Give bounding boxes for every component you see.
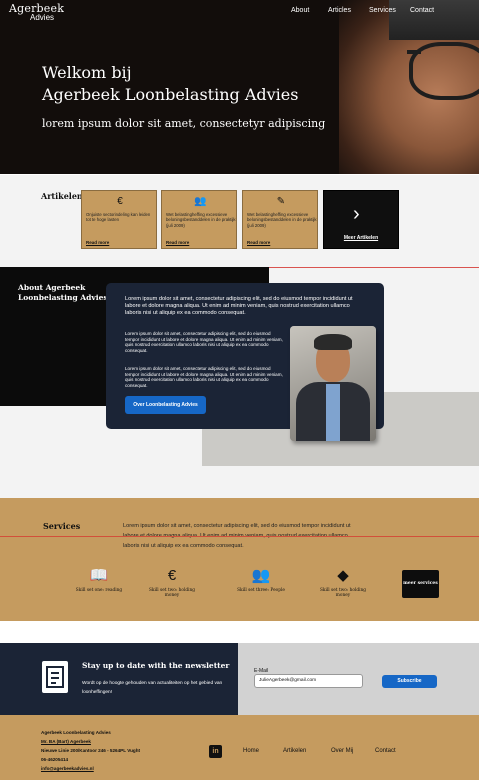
footer-phone: 06-46205414 xyxy=(41,757,69,762)
read-more-link[interactable]: Read more xyxy=(86,240,109,245)
newsletter-icon xyxy=(42,661,68,693)
articles-label: Artikelen xyxy=(41,191,83,201)
chevron-right-icon: › xyxy=(353,203,360,225)
footer-nav-contact[interactable]: Contact xyxy=(375,748,396,754)
nav-contact[interactable]: Contact xyxy=(410,7,434,14)
hero-title: Welkom bij Agerbeek Loonbelasting Advies xyxy=(42,63,299,104)
hand-euro-icon: € xyxy=(167,567,177,584)
book-icon: 📖 xyxy=(89,567,109,584)
footer-address: Nieuwe Linie 200/Kantoor 246 - 5264PL Vu… xyxy=(41,748,141,753)
newsletter-title: Stay up to date with the newsletter xyxy=(82,661,230,670)
subscribe-button[interactable]: Subscribe xyxy=(382,675,437,688)
services-section xyxy=(0,498,479,621)
about-paragraph: Lorem ipsum dolor sit amet, consectetur … xyxy=(125,331,283,353)
document-edit-icon: ✎ xyxy=(276,196,286,207)
hand-euro-icon: € xyxy=(117,196,123,207)
portrait-photo xyxy=(290,326,376,441)
logo[interactable]: Agerbeek Advies xyxy=(9,2,64,22)
nav-services[interactable]: Services xyxy=(369,7,396,14)
more-articles-link[interactable]: Meer Artikelen xyxy=(324,235,398,241)
about-lead: Lorem ipsum dolor sit amet, consectetur … xyxy=(125,296,353,316)
articles-section xyxy=(0,175,479,267)
footer-nav-over-mij[interactable]: Over Mij xyxy=(331,748,353,754)
read-more-link[interactable]: Read more xyxy=(247,240,270,245)
article-card[interactable]: 👥 Wet belastingheffing excessieve beloni… xyxy=(161,190,237,249)
about-title: About Agerbeek Loonbelasting Advies xyxy=(18,283,108,302)
about-button[interactable]: Over Loonbelasting Advies xyxy=(125,396,206,414)
newsletter-text: Wordt op de hoogte gehouden van actualit… xyxy=(82,681,223,695)
services-title: Services xyxy=(43,521,81,531)
people-icon: 👥 xyxy=(251,567,271,584)
hero-subtitle: lorem ipsum dolor sit amet, consectetyr … xyxy=(42,117,326,130)
service-item[interactable]: € Skill set two: holding money xyxy=(142,566,202,598)
service-item[interactable]: 👥 Skill set three: People xyxy=(231,566,291,593)
more-services-button[interactable]: meer services xyxy=(402,570,439,598)
diamond-icon: ◆ xyxy=(337,567,349,584)
article-card[interactable]: ✎ Wet belastingheffing excessieve beloni… xyxy=(242,190,318,249)
footer-company: Agerbeek Loonbelasting Advies xyxy=(41,730,111,735)
footer-person[interactable]: Mr. BA (Bart) Agerbeek xyxy=(41,739,91,744)
service-item[interactable]: 📖 Skill set one: reading xyxy=(69,566,129,593)
footer-nav-artikelen[interactable]: Artikelen xyxy=(283,748,306,754)
about-paragraph: Lorem ipsum dolor sit amet, consectetur … xyxy=(125,366,283,388)
email-field[interactable]: JulieAgerbeek@gmail.com xyxy=(254,674,363,688)
footer-email[interactable]: info@agerbeekadvies.nl xyxy=(41,766,94,771)
nav-about[interactable]: About xyxy=(291,7,309,14)
read-more-link[interactable]: Read more xyxy=(166,240,189,245)
linkedin-icon[interactable]: in xyxy=(209,745,222,758)
divider xyxy=(0,536,479,537)
people-icon: 👥 xyxy=(194,196,207,207)
nav-articles[interactable]: Articles xyxy=(328,7,351,14)
service-item[interactable]: ◆ Skill set two: holding money xyxy=(313,566,373,598)
footer-nav-home[interactable]: Home xyxy=(243,748,259,754)
more-articles-card[interactable]: › Meer Artikelen xyxy=(323,190,399,249)
article-card[interactable]: € Onjuiste sectorindeling kan leiden tot… xyxy=(81,190,157,249)
divider xyxy=(269,267,479,268)
